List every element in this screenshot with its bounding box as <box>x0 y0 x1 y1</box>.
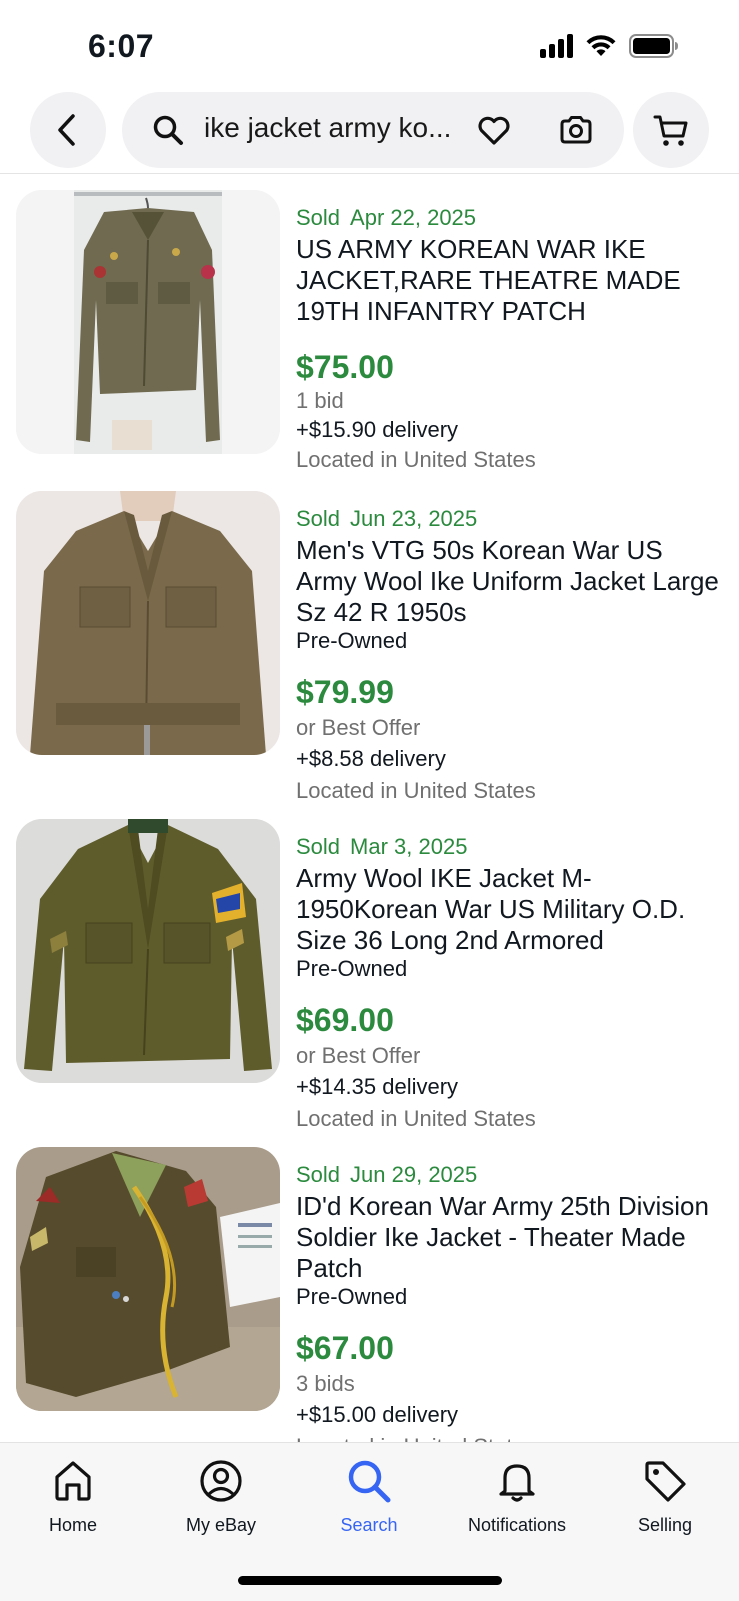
item-location: Located in United States <box>296 1430 726 1442</box>
sold-status: Sold Jun 23, 2025 <box>296 505 726 533</box>
nav-notifications[interactable]: Notifications <box>452 1457 582 1536</box>
nav-my-ebay[interactable]: My eBay <box>156 1457 286 1536</box>
sold-date: Jun 23, 2025 <box>350 506 478 531</box>
tag-icon <box>645 1461 686 1502</box>
item-location: Located in United States <box>296 1106 536 1131</box>
home-icon <box>55 1461 91 1501</box>
status-time: 6:07 <box>88 28 155 64</box>
delivery-cost: +$15.90 delivery <box>296 417 459 442</box>
item-condition: Pre-Owned <box>296 956 408 981</box>
jacket-photo-image <box>16 819 280 1083</box>
item-location: Located in United States <box>296 447 536 472</box>
best-offer-note: or Best Offer <box>296 1043 421 1068</box>
search-query[interactable]: ike jacket army ko... <box>204 112 584 144</box>
bid-count: 1 bid <box>296 388 344 413</box>
bell-icon <box>499 1464 535 1502</box>
listing-price: $75.00 <box>296 349 394 385</box>
listing-price: $69.00 <box>296 1002 394 1038</box>
jacket-photo-image <box>16 491 280 755</box>
header-divider <box>0 173 739 174</box>
listing-price: $67.00 <box>296 1330 394 1366</box>
sold-status: Sold Jun 29, 2025 <box>296 1161 726 1189</box>
listing-info: Sold Jun 23, 2025 Men's VTG 50s Korean Wa… <box>296 505 726 808</box>
listing-image[interactable] <box>16 1147 280 1411</box>
listing-price: $79.99 <box>296 674 394 710</box>
status-bar: 6:07 <box>0 0 739 90</box>
search-icon <box>153 115 183 145</box>
status-icons <box>540 34 679 58</box>
listing-title[interactable]: Army Wool IKE Jacket M-1950Korean War US… <box>296 863 726 956</box>
back-button[interactable] <box>30 92 106 168</box>
item-condition: Pre-Owned <box>296 1284 408 1309</box>
nav-search[interactable]: Search <box>304 1457 434 1536</box>
nav-notifications-label: Notifications <box>467 1515 567 1535</box>
jacket-photo-image <box>16 1147 280 1411</box>
sold-label: Sold <box>296 205 341 230</box>
delivery-cost: +$14.35 delivery <box>296 1074 459 1099</box>
listing-title[interactable]: Men's VTG 50s Korean War US Army Wool Ik… <box>296 535 726 628</box>
nav-selling-label: Selling <box>637 1515 693 1535</box>
sold-date: Jun 29, 2025 <box>350 1162 478 1187</box>
jacket-photo-image <box>16 190 280 454</box>
sold-status: Sold Mar 3, 2025 <box>296 833 726 861</box>
search-icon <box>348 1460 391 1503</box>
listing-image[interactable] <box>16 491 280 755</box>
cart-icon <box>653 115 688 146</box>
cart-button[interactable] <box>633 92 709 168</box>
sold-label: Sold <box>296 834 341 859</box>
search-bar[interactable]: ike jacket army ko... <box>122 92 624 168</box>
heart-icon[interactable] <box>476 112 512 148</box>
nav-home[interactable]: Home <box>8 1457 138 1536</box>
sold-status: Sold Apr 22, 2025 <box>296 204 726 232</box>
delivery-cost: +$15.00 delivery <box>296 1402 459 1427</box>
sold-label: Sold <box>296 506 341 531</box>
camera-icon[interactable] <box>558 112 594 148</box>
listing-image[interactable] <box>16 190 280 454</box>
nav-selling[interactable]: Selling <box>600 1457 730 1536</box>
delivery-cost: +$8.58 delivery <box>296 746 446 771</box>
best-offer-note: or Best Offer <box>296 715 421 740</box>
search-header: ike jacket army ko... <box>0 92 739 172</box>
home-indicator <box>238 1576 502 1585</box>
nav-search-label: Search <box>340 1515 398 1535</box>
bid-count: 3 bids <box>296 1371 355 1396</box>
user-circle-icon <box>200 1460 242 1502</box>
listing-info: Sold Mar 3, 2025 Army Wool IKE Jacket M-1… <box>296 833 726 1136</box>
listing-info: Sold Jun 29, 2025 ID'd Korean War Army 25… <box>296 1161 726 1442</box>
results-list[interactable]: Sold Apr 22, 2025 US ARMY KOREAN WAR IKE … <box>0 176 739 1442</box>
sold-label: Sold <box>296 1162 341 1187</box>
nav-home-label: Home <box>48 1515 97 1535</box>
sold-date: Apr 22, 2025 <box>350 205 477 230</box>
item-condition: Pre-Owned <box>296 628 408 653</box>
listing-title[interactable]: ID'd Korean War Army 25th Division Soldi… <box>296 1191 726 1284</box>
listing-title[interactable]: US ARMY KOREAN WAR IKE JACKET,RARE THEAT… <box>296 234 726 327</box>
nav-my-ebay-label: My eBay <box>185 1515 257 1535</box>
chevron-left-icon <box>58 114 75 146</box>
item-location: Located in United States <box>296 778 536 803</box>
wifi-icon <box>586 35 616 56</box>
cellular-signal-icon <box>540 34 573 58</box>
sold-date: Mar 3, 2025 <box>350 834 468 859</box>
battery-icon <box>629 34 678 58</box>
listing-info: Sold Apr 22, 2025 US ARMY KOREAN WAR IKE … <box>296 204 726 475</box>
listing-image[interactable] <box>16 819 280 1083</box>
